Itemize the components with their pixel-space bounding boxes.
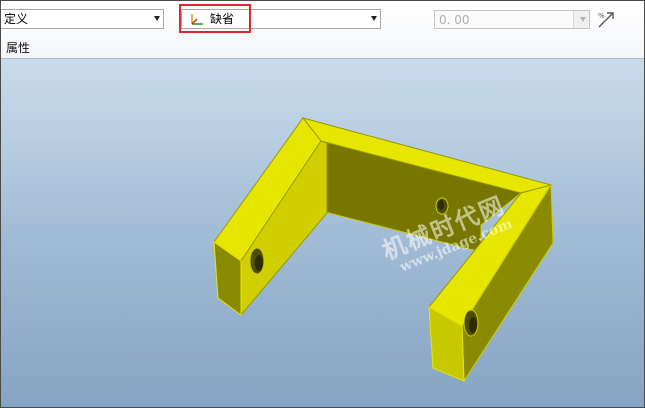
definition-dropdown-value: 定义: [4, 12, 29, 26]
graphics-viewport[interactable]: 机械时代网 www.jdage.com: [1, 59, 644, 407]
value-dropdown-value: 0. 00: [439, 13, 470, 27]
svg-text:%: %: [598, 12, 605, 20]
toolbar: 定义 缺省 0. 00 % 属性: [1, 1, 644, 59]
chevron-down-icon[interactable]: [580, 17, 586, 22]
value-dropdown[interactable]: 0. 00: [434, 10, 590, 29]
scale-tool-icon[interactable]: %: [596, 10, 616, 30]
chevron-down-icon[interactable]: [154, 16, 160, 21]
app-window: 定义 缺省 0. 00 % 属性 机械时代网 www.jdage.com: [0, 0, 645, 408]
definition-dropdown[interactable]: 定义: [1, 9, 164, 29]
bracket-part-model[interactable]: [1, 59, 644, 407]
red-highlight-box: [179, 4, 251, 33]
properties-label[interactable]: 属性: [6, 39, 30, 56]
chevron-down-icon[interactable]: [371, 16, 377, 21]
